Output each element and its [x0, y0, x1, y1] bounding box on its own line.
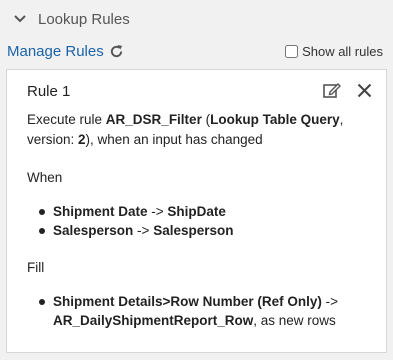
- chevron-down-icon: [14, 12, 28, 26]
- mapping-target: Salesperson: [153, 223, 234, 238]
- mapping-arrow: ->: [133, 223, 154, 238]
- fill-arrow: ->: [321, 294, 339, 309]
- rule-description: Execute rule AR_DSR_Filter (Lookup Table…: [27, 110, 372, 150]
- rule-type: Lookup Table Query: [210, 112, 340, 127]
- desc-prefix: Execute rule: [27, 112, 106, 127]
- fill-suffix: , as new rows: [253, 313, 336, 328]
- desc-paren: (: [201, 112, 211, 127]
- fill-source: Shipment Details>Row Number (Ref Only): [53, 294, 322, 309]
- manage-rules-label: Manage Rules: [7, 42, 104, 60]
- show-all-rules-checkbox[interactable]: [285, 44, 299, 58]
- desc-suffix: ), when an input has changed: [85, 132, 263, 147]
- mapping-source: Salesperson: [53, 223, 134, 238]
- when-label: When: [27, 170, 63, 185]
- panel-title: Lookup Rules: [38, 10, 130, 28]
- fill-target: AR_DailyShipmentReport_Row: [53, 313, 254, 328]
- list-item: Shipment Details>Row Number (Ref Only) -…: [39, 292, 372, 330]
- list-item: Salesperson -> Salesperson: [39, 221, 372, 240]
- rule-title: Rule 1: [27, 83, 71, 100]
- refresh-icon[interactable]: [109, 43, 125, 59]
- lookup-rules-header[interactable]: Lookup Rules: [0, 0, 393, 38]
- close-icon[interactable]: [354, 80, 374, 100]
- fill-list: Shipment Details>Row Number (Ref Only) -…: [27, 292, 372, 330]
- list-item: Shipment Date -> ShipDate: [39, 202, 372, 221]
- manage-rules-button[interactable]: Manage Rules: [7, 43, 125, 60]
- rule-name: AR_DSR_Filter: [105, 112, 202, 127]
- show-all-rules-label: Show all rules: [302, 43, 383, 59]
- mapping-target: ShipDate: [167, 204, 226, 219]
- rule-card: Rule 1 Execute rule AR_DSR_Filter (Looku…: [6, 69, 387, 353]
- show-all-rules-toggle[interactable]: Show all rules: [285, 44, 383, 59]
- fill-label: Fill: [27, 260, 45, 275]
- rule-version: 2: [78, 132, 86, 147]
- rule-actions: [322, 80, 374, 100]
- mapping-arrow: ->: [147, 204, 168, 219]
- rule-body: Execute rule AR_DSR_Filter (Lookup Table…: [27, 110, 372, 330]
- mapping-source: Shipment Date: [53, 204, 148, 219]
- when-list: Shipment Date -> ShipDate Salesperson ->…: [27, 202, 372, 240]
- toolbar: Manage Rules Show all rules: [0, 38, 393, 64]
- edit-icon[interactable]: [322, 80, 342, 100]
